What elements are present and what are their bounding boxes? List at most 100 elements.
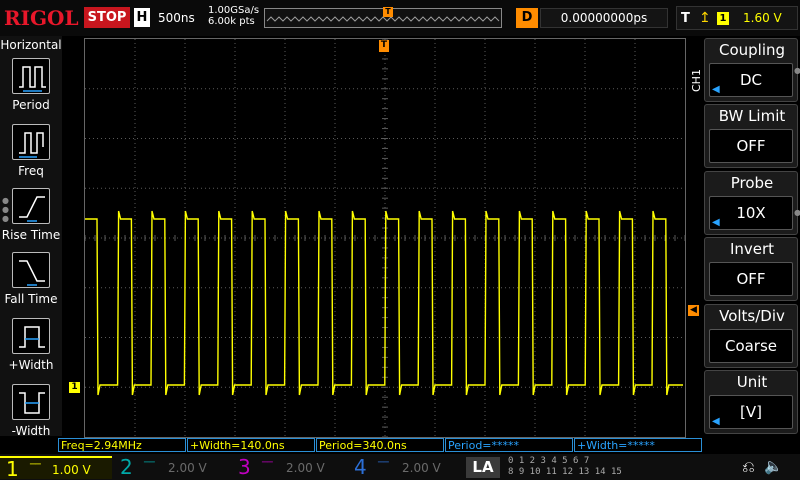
page-dot-icon: ●	[794, 66, 800, 75]
measurement-width-inactive[interactable]: +Width=*****	[574, 438, 702, 452]
trigger-level: 1.60 V	[743, 11, 782, 25]
top-status-bar: RIGOL STOP H 500ns 1.00GSa/s 6.00k pts T…	[0, 0, 800, 36]
delay-value[interactable]: 0.00000000ps	[540, 8, 668, 28]
fall-time-label: Fall Time	[4, 292, 58, 306]
bw-limit-title: BW Limit	[718, 107, 786, 125]
bw-limit-softkey[interactable]: BW Limit OFF	[704, 104, 798, 168]
waveform-display[interactable]	[84, 38, 686, 438]
dc-coupling-icon: ──	[30, 460, 41, 470]
menu-channel-label: CH1	[690, 69, 703, 92]
measure-freq-button[interactable]: Freq	[0, 122, 62, 186]
channel1-offset-marker[interactable]: 1	[69, 382, 80, 393]
rise-time-icon	[12, 188, 50, 224]
coupling-value: ◀ DC	[709, 63, 793, 97]
channel-3-number: 3	[238, 455, 251, 479]
invert-softkey[interactable]: Invert OFF	[704, 237, 798, 301]
measurement-period[interactable]: Period=340.0ns	[316, 438, 444, 452]
measurement-bar: Freq=2.94MHz +Width=140.0ns Period=340.0…	[58, 438, 702, 454]
measure-positive-width-button[interactable]: +Width	[0, 316, 62, 380]
horizontal-indicator: H	[134, 8, 150, 27]
digital-row-2: 8 9 10 11 12 13 14 15	[508, 467, 622, 477]
select-arrow-icon: ◀	[712, 217, 720, 228]
positive-width-icon	[12, 318, 50, 354]
positive-width-label: +Width	[8, 358, 54, 372]
unit-softkey[interactable]: Unit ◀ [V]	[704, 370, 798, 434]
probe-softkey[interactable]: Probe ◀ 10X	[704, 171, 798, 235]
channel-1-status[interactable]: 1 ── 1.00 V	[0, 456, 112, 480]
digital-row-1: 0 1 2 3 4 5 6 7	[508, 456, 590, 466]
channel-menu: Coupling ◀ DC BW Limit OFF Probe ◀ 10X I…	[704, 38, 800, 436]
page-dots-icon: ● ● ●	[2, 196, 9, 223]
fall-time-icon	[12, 252, 50, 288]
select-arrow-icon: ◀	[712, 84, 720, 95]
volts-div-value: Coarse	[709, 329, 793, 363]
measure-rise-time-button[interactable]: Rise Time	[0, 186, 62, 250]
trigger-source: 1	[717, 12, 729, 25]
period-label: Period	[12, 98, 50, 112]
memory-depth: 6.00k pts	[208, 16, 255, 27]
brand-logo: RIGOL	[4, 6, 79, 30]
channel-4-number: 4	[354, 455, 367, 479]
bw-limit-value: OFF	[709, 129, 793, 163]
freq-label: Freq	[18, 164, 44, 178]
measurement-positive-width[interactable]: +Width=140.0ns	[187, 438, 315, 452]
unit-value: ◀ [V]	[709, 395, 793, 429]
channel-1-scale: 1.00 V	[52, 463, 91, 477]
trigger-level-marker[interactable]: ◀	[688, 305, 699, 316]
volts-div-softkey[interactable]: Volts/Div Coarse	[704, 304, 798, 368]
delay-indicator: D	[516, 8, 538, 28]
trigger-label: T	[681, 11, 690, 26]
page-dot-icon: ●	[794, 208, 800, 217]
probe-value-text: 10X	[736, 204, 766, 222]
channel-status-bar: 1 ── 1.00 V 2 ── 2.00 V 3 ── 2.00 V 4 ──…	[0, 454, 800, 480]
speaker-icon[interactable]: 🔈	[764, 457, 783, 475]
measurement-freq[interactable]: Freq=2.94MHz	[58, 438, 186, 452]
select-arrow-icon: ◀	[712, 416, 720, 427]
measurement-period-inactive[interactable]: Period=*****	[445, 438, 573, 452]
measure-negative-width-button[interactable]: -Width	[0, 382, 62, 446]
channel-3-status[interactable]: 3 ── 2.00 V	[234, 455, 346, 479]
unit-title: Unit	[736, 373, 768, 391]
channel-1-number: 1	[6, 457, 19, 480]
frequency-icon	[12, 124, 50, 160]
period-icon	[12, 58, 50, 94]
negative-width-label: -Width	[11, 424, 51, 438]
trigger-status[interactable]: T ↥ 1 1.60 V	[676, 6, 798, 30]
timebase-value[interactable]: 500ns	[158, 11, 195, 25]
sample-info: 1.00GSa/s 6.00k pts	[208, 5, 259, 27]
measure-period-button[interactable]: Period	[0, 56, 62, 120]
run-stop-button[interactable]: STOP	[84, 7, 130, 28]
probe-title: Probe	[730, 174, 774, 192]
dc-coupling-icon: ──	[262, 458, 273, 468]
channel-4-scale: 2.00 V	[402, 461, 441, 475]
usb-icon: ⎌	[742, 457, 755, 476]
rise-time-label: Rise Time	[1, 228, 61, 242]
channel1-trace	[85, 210, 683, 396]
horizontal-measure-panel: Horizontal Period Freq Rise Time Fall Ti…	[0, 36, 62, 438]
coupling-title: Coupling	[718, 41, 786, 59]
measure-fall-time-button[interactable]: Fall Time	[0, 250, 62, 314]
ch1-waveform	[85, 210, 683, 396]
channel-3-scale: 2.00 V	[286, 461, 325, 475]
channel-2-number: 2	[120, 455, 133, 479]
channel-4-status[interactable]: 4 ── 2.00 V	[350, 455, 462, 479]
dc-coupling-icon: ──	[378, 458, 389, 468]
sample-rate: 1.00GSa/s	[208, 5, 260, 16]
channel-2-scale: 2.00 V	[168, 461, 207, 475]
negative-width-icon	[12, 384, 50, 420]
coupling-softkey[interactable]: Coupling ◀ DC	[704, 38, 798, 102]
trigger-position-marker[interactable]: T	[379, 40, 389, 52]
digital-channels-indicator: 0 1 2 3 4 5 6 7 8 9 10 11 12 13 14 15	[508, 456, 622, 478]
channel-2-status[interactable]: 2 ── 2.00 V	[116, 455, 228, 479]
coupling-value-text: DC	[739, 71, 763, 89]
volts-div-title: Volts/Div	[719, 307, 785, 325]
unit-value-text: [V]	[740, 403, 762, 421]
rising-edge-icon: ↥	[699, 10, 711, 26]
invert-value: OFF	[709, 262, 793, 296]
panel-title: Horizontal	[0, 38, 62, 52]
memory-waveform-overview: T	[264, 7, 502, 28]
dc-coupling-icon: ──	[144, 458, 155, 468]
invert-title: Invert	[729, 240, 775, 258]
logic-analyzer-button[interactable]: LA	[466, 457, 500, 478]
memory-trigger-marker: T	[383, 7, 393, 17]
